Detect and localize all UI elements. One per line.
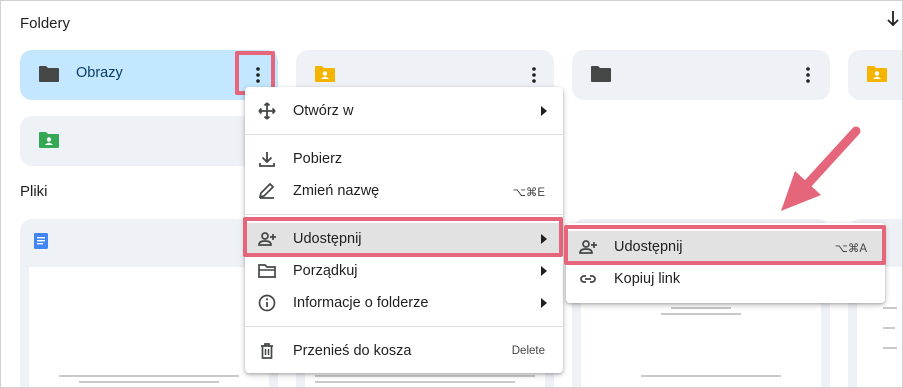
menu-item-trash[interactable]: Przenieś do kosza Delete: [245, 335, 563, 367]
link-icon: [580, 275, 596, 283]
folders-section-title: Foldery: [20, 15, 71, 32]
organize-folder-icon: [258, 264, 276, 278]
menu-item-label: Otwórz w: [293, 103, 354, 119]
menu-item-label: Kopiuj link: [614, 271, 681, 287]
menu-item-label: Udostępnij: [293, 231, 362, 247]
folder-card-dark[interactable]: [572, 50, 830, 100]
shortcut-text: Delete: [511, 345, 545, 357]
share-person-icon: [258, 232, 276, 246]
shortcut-text: ⌥⌘E: [512, 187, 545, 199]
file-card[interactable]: [20, 219, 278, 387]
shared-folder-icon: [39, 132, 59, 148]
share-submenu: Udostępnij ⌥⌘A Kopiuj link: [566, 223, 885, 303]
submenu-arrow-icon: [541, 106, 547, 116]
submenu-arrow-icon: [541, 234, 547, 244]
menu-item-label: Informacje o folderze: [293, 295, 429, 311]
menu-item-folder-info[interactable]: Informacje o folderze: [245, 287, 563, 319]
submenu-arrow-icon: [541, 266, 547, 276]
folder-icon: [39, 66, 59, 82]
submenu-arrow-icon: [541, 298, 547, 308]
info-icon: [258, 294, 276, 312]
drive-window: Foldery Obrazy Pliki Otwórz w Pobierz Zm…: [0, 0, 903, 388]
menu-item-organize[interactable]: Porządkuj: [245, 255, 563, 287]
folder-card-green[interactable]: [20, 116, 278, 166]
shared-folder-icon: [315, 66, 335, 82]
sort-arrow-down-icon[interactable]: [885, 9, 901, 29]
more-vert-icon: [806, 67, 810, 83]
menu-item-open-with[interactable]: Otwórz w: [245, 95, 563, 127]
rename-icon: [258, 182, 275, 199]
more-actions-button[interactable]: [522, 63, 546, 87]
menu-divider: [245, 326, 563, 327]
file-preview: [29, 267, 269, 387]
menu-item-label: Przenieś do kosza: [293, 343, 412, 359]
menu-item-label: Zmień nazwę: [293, 183, 380, 199]
menu-item-label: Pobierz: [293, 151, 343, 167]
shortcut-text: ⌥⌘A: [834, 243, 867, 255]
more-vert-icon: [256, 67, 260, 83]
move-icon: [258, 102, 276, 120]
submenu-item-share[interactable]: Udostępnij ⌥⌘A: [566, 231, 885, 263]
trash-icon: [261, 343, 273, 359]
folder-card-partial[interactable]: [848, 50, 902, 100]
more-actions-button[interactable]: [796, 63, 820, 87]
folder-icon: [591, 66, 611, 82]
download-icon: [259, 152, 275, 167]
files-section-title: Pliki: [20, 183, 48, 200]
menu-divider: [245, 214, 563, 215]
folder-name: Obrazy: [76, 65, 123, 81]
menu-divider: [245, 134, 563, 135]
menu-item-label: Porządkuj: [293, 263, 358, 279]
folder-card-obrazy[interactable]: Obrazy: [20, 50, 278, 100]
google-doc-icon: [34, 233, 48, 249]
shared-folder-icon: [867, 66, 887, 82]
menu-item-rename[interactable]: Zmień nazwę ⌥⌘E: [245, 175, 563, 207]
menu-item-label: Udostępnij: [614, 239, 683, 255]
more-vert-icon: [532, 67, 536, 83]
more-actions-button[interactable]: [246, 63, 270, 87]
annotation-arrow-icon: [781, 126, 861, 211]
menu-item-share[interactable]: Udostępnij: [245, 223, 563, 255]
menu-item-download[interactable]: Pobierz: [245, 143, 563, 175]
share-person-icon: [579, 240, 597, 254]
submenu-item-copy-link[interactable]: Kopiuj link: [566, 263, 885, 295]
context-menu: Otwórz w Pobierz Zmień nazwę ⌥⌘E Udostęp: [245, 87, 563, 373]
